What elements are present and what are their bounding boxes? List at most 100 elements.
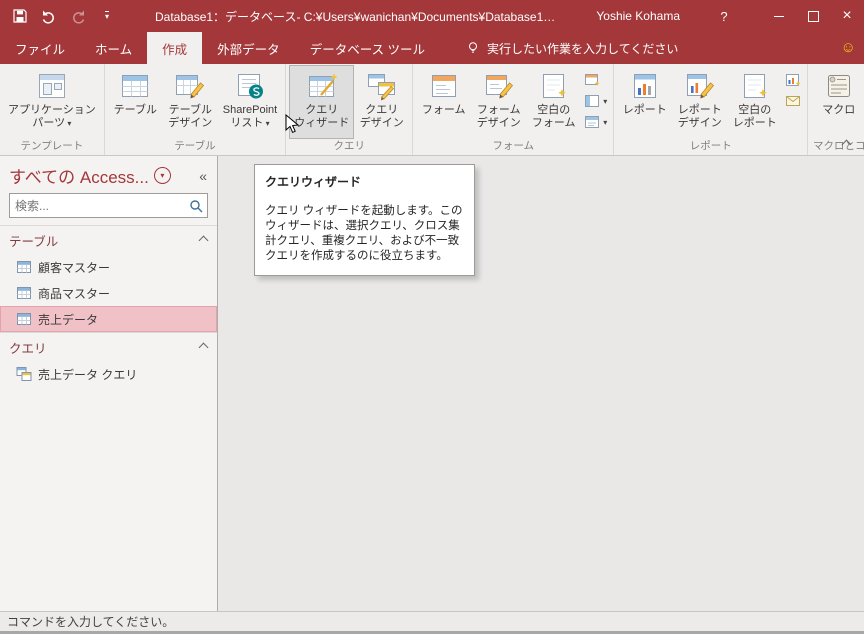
- status-bar: コマンドを入力してください。: [0, 611, 864, 631]
- table-design-button[interactable]: テーブル デザイン: [163, 65, 218, 139]
- undo-icon[interactable]: [41, 8, 57, 24]
- table-icon: [17, 287, 31, 299]
- tab-home[interactable]: ホーム: [80, 32, 147, 64]
- application-parts-icon: [38, 74, 65, 98]
- chevron-up-icon: [198, 342, 209, 353]
- tooltip-title: クエリウィザード: [265, 175, 362, 189]
- macro-button[interactable]: マクロ: [811, 65, 864, 139]
- search-icon[interactable]: [188, 198, 204, 214]
- report-design-button[interactable]: レポート デザイン: [672, 65, 727, 139]
- nav-item-sales-data-query[interactable]: 売上データ クエリ: [0, 361, 217, 387]
- navigation-search: [9, 193, 208, 218]
- nav-section-queries-label: クエリ: [9, 342, 47, 356]
- ribbon-group-reports: レポート レポート デザイン 空白の レポート レポート: [614, 64, 809, 155]
- query-wizard-button[interactable]: クエリ ウィザード: [289, 65, 355, 139]
- window-title: Database1：データベース- C:¥Users¥wanichan¥Docu…: [155, 9, 556, 24]
- query-design-label: クエリ デザイン: [359, 104, 404, 129]
- search-input[interactable]: [10, 198, 188, 213]
- navigation-pane-title[interactable]: すべての Access...: [9, 163, 149, 188]
- macro-icon: [827, 75, 850, 97]
- tab-file[interactable]: ファイル: [0, 32, 80, 64]
- report-button-label: レポート: [622, 104, 667, 116]
- ribbon-group-macros: マクロ マクロとコード: [808, 64, 864, 155]
- more-forms-icon: [585, 116, 600, 128]
- shutter-bar-close-button[interactable]: «: [195, 168, 211, 184]
- blank-form-button[interactable]: 空白の フォーム: [526, 65, 581, 139]
- workspace: クエリウィザード クエリ ウィザードを起動します。このウィザードは、選択クエリ、…: [218, 156, 864, 611]
- form-wizard-button[interactable]: [584, 72, 607, 88]
- table-icon: [17, 261, 31, 273]
- window-controls: ×: [762, 0, 864, 32]
- close-button[interactable]: ×: [830, 0, 864, 32]
- nav-item-customer-master[interactable]: 顧客マスター: [0, 254, 217, 280]
- sharepoint-lists-button[interactable]: SharePoint リスト ▾: [218, 65, 282, 139]
- blank-form-icon: [542, 74, 566, 98]
- maximize-button[interactable]: [796, 0, 830, 32]
- tell-me-box[interactable]: 実行したい作業を入力してください: [456, 32, 688, 64]
- status-message: コマンドを入力してください。: [7, 615, 175, 629]
- group-label-macros: マクロとコード: [812, 140, 864, 152]
- dropdown-arrow-icon: ▾: [65, 119, 72, 128]
- report-design-label: レポート デザイン: [677, 104, 722, 129]
- table-icon: [17, 313, 31, 325]
- sharepoint-lists-icon: [238, 74, 263, 99]
- table-button[interactable]: テーブル: [108, 65, 163, 139]
- nav-section-tables[interactable]: テーブル: [0, 225, 217, 254]
- query-wizard-label: クエリ ウィザード: [294, 104, 350, 129]
- ribbon-group-tables: テーブル テーブル デザイン SharePoint リスト ▾ テーブル: [105, 64, 287, 155]
- report-design-icon: [686, 74, 714, 99]
- table-button-label: テーブル: [113, 104, 157, 116]
- save-icon[interactable]: [12, 8, 28, 24]
- tell-me-label: 実行したい作業を入力してください: [487, 41, 679, 56]
- ribbon-group-forms: フォーム フォーム デザイン 空白の フォーム ▾ ▾ フォーム: [413, 64, 615, 155]
- nav-section-tables-label: テーブル: [9, 235, 59, 249]
- collapse-ribbon-button[interactable]: [838, 138, 854, 151]
- form-icon: [431, 75, 456, 97]
- group-label-forms: フォーム: [492, 140, 535, 152]
- form-design-icon: [485, 75, 513, 99]
- group-label-templates: テンプレート: [20, 140, 84, 152]
- quick-access-toolbar: ▾: [0, 8, 115, 24]
- chevron-up-icon: [198, 235, 209, 246]
- report-button[interactable]: レポート: [617, 65, 672, 139]
- nav-item-sales-data[interactable]: 売上データ: [0, 306, 217, 332]
- query-icon: [16, 367, 32, 381]
- report-wizard-icon: [786, 74, 801, 86]
- redo-icon[interactable]: [70, 8, 86, 24]
- report-wizard-button[interactable]: [785, 72, 801, 88]
- labels-icon: [786, 96, 801, 106]
- account-user-name[interactable]: Yoshie Kohama: [596, 9, 680, 23]
- query-design-button[interactable]: クエリ デザイン: [354, 65, 409, 139]
- lightbulb-icon: [469, 42, 478, 53]
- qat-customize-button[interactable]: ▾: [99, 8, 115, 24]
- help-button[interactable]: ?: [714, 9, 734, 24]
- group-label-reports: レポート: [689, 140, 732, 152]
- navigation-pane-header: すべての Access... ▾ «: [0, 156, 217, 193]
- ribbon-group-queries: クエリ ウィザード クエリ デザイン クエリ: [286, 64, 414, 155]
- nav-item-product-master[interactable]: 商品マスター: [0, 280, 217, 306]
- minimize-button[interactable]: [762, 0, 796, 32]
- nav-section-queries[interactable]: クエリ: [0, 332, 217, 361]
- feedback-smiley-icon[interactable]: ☺: [841, 40, 856, 55]
- tab-external-data[interactable]: 外部データ: [202, 32, 295, 64]
- report-icon: [633, 74, 656, 98]
- group-label-queries: クエリ: [333, 140, 365, 152]
- tab-database-tools[interactable]: データベース ツール: [295, 32, 440, 64]
- blank-report-button[interactable]: 空白の レポート: [727, 65, 782, 139]
- form-button[interactable]: フォーム: [416, 65, 471, 139]
- application-parts-label: アプリケーション パーツ ▾: [8, 104, 96, 129]
- application-parts-button[interactable]: アプリケーション パーツ ▾: [3, 65, 101, 139]
- form-wizard-icon: [585, 74, 600, 86]
- ribbon: アプリケーション パーツ ▾ テンプレート テーブル テーブル デザイン Share…: [0, 64, 864, 156]
- form-design-button[interactable]: フォーム デザイン: [471, 65, 526, 139]
- tab-create[interactable]: 作成: [147, 32, 203, 64]
- navigation-icon: [585, 95, 600, 107]
- sharepoint-lists-label: SharePoint リスト ▾: [222, 104, 278, 129]
- dropdown-arrow-icon: ▾: [263, 119, 270, 128]
- navigation-menu-dropdown-icon[interactable]: ▾: [153, 167, 171, 184]
- more-forms-button[interactable]: ▾: [584, 114, 607, 130]
- ribbon-tab-bar: ファイル ホーム 作成 外部データ データベース ツール 実行したい作業を入力し…: [0, 32, 864, 64]
- dropdown-arrow-icon: ▾: [603, 117, 608, 127]
- navigation-button[interactable]: ▾: [584, 93, 607, 109]
- labels-button[interactable]: [785, 93, 801, 109]
